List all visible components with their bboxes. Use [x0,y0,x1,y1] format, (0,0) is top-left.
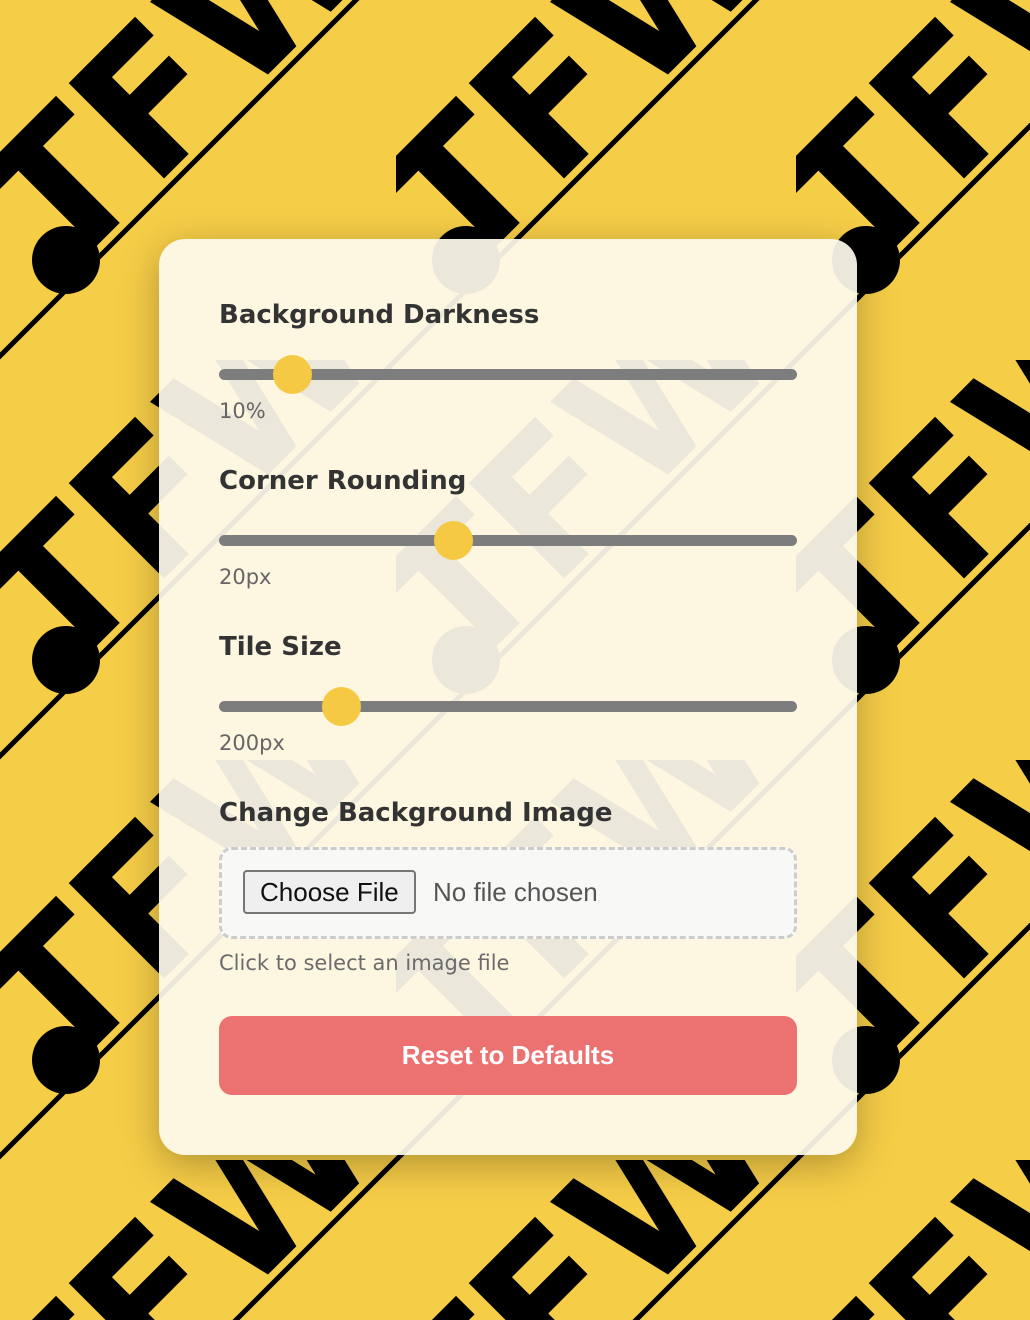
rounding-label: Corner Rounding [219,466,467,496]
darkness-slider[interactable] [219,355,797,394]
tile-size-slider-thumb[interactable] [321,687,361,726]
tile-size-value: 200px [219,731,285,755]
darkness-slider-thumb[interactable] [272,355,312,394]
upload-hint: Click to select an image file [219,951,510,975]
choose-file-button[interactable]: Choose File [243,870,416,914]
darkness-label: Background Darkness [219,300,540,330]
rounding-slider-thumb[interactable] [434,521,474,560]
reset-button[interactable]: Reset to Defaults [219,1016,797,1095]
rounding-value: 20px [219,565,272,589]
file-status: No file chosen [433,877,598,907]
tile-size-label: Tile Size [219,632,342,662]
file-drop-zone[interactable]: Choose File No file chosen [219,847,797,939]
tile-size-slider[interactable] [219,687,797,726]
darkness-value: 10% [219,399,266,423]
settings-panel: Background Darkness 10% Corner Rounding … [159,239,857,1155]
upload-label: Change Background Image [219,798,613,828]
rounding-slider[interactable] [219,521,797,560]
